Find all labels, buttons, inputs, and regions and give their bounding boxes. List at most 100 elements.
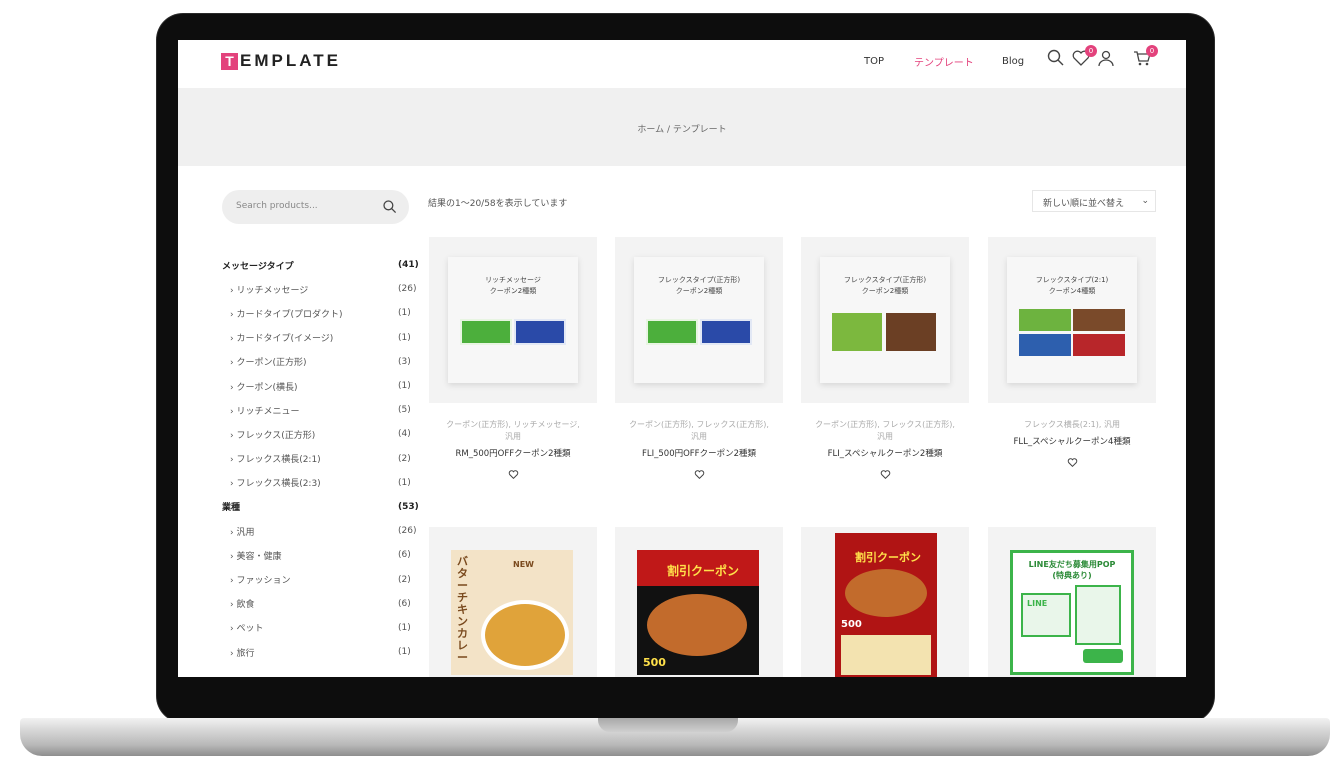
product-title[interactable]: FLI_500円OFFクーポン2種類 xyxy=(615,447,783,459)
sort-selected-value: 新しい順に並べ替え xyxy=(1043,199,1125,209)
product-title[interactable]: FLI_スペシャルクーポン2種類 xyxy=(801,447,969,459)
category-count: (3) xyxy=(398,356,411,367)
category-label: › クーポン(横長) xyxy=(230,382,298,393)
product-image[interactable]: バターチキンカレー NEW xyxy=(429,527,597,677)
heart-icon[interactable] xyxy=(988,453,1156,472)
category-label: › 美容・健康 xyxy=(230,551,282,562)
poster-price: 500 xyxy=(841,619,862,630)
poster-price: 500 xyxy=(643,656,666,669)
result-count: 結果の1～20/58を表示しています xyxy=(428,199,568,209)
category-item[interactable]: › 旅行 (1) xyxy=(222,640,412,664)
category-label: › フレックス(正方形) xyxy=(230,430,316,441)
product-image[interactable]: フレックスタイプ(正方形) クーポン2種類 xyxy=(801,237,969,403)
category-item[interactable]: › カードタイプ(プロダクト) (1) xyxy=(222,301,412,325)
search-icon[interactable] xyxy=(1046,48,1068,70)
coupon-tile-green xyxy=(646,319,698,345)
category-label: メッセージタイプ xyxy=(222,261,294,272)
category-count: (1) xyxy=(398,477,411,488)
category-group[interactable]: 業種 (53) xyxy=(222,495,419,519)
user-icon[interactable] xyxy=(1096,48,1118,70)
product-card[interactable]: LINE友だち募集用POP (特典あり) LINE xyxy=(988,527,1156,677)
laptop-notch xyxy=(598,718,738,732)
site-logo[interactable]: T EMPLATE xyxy=(221,51,341,71)
search-input[interactable]: Search products... xyxy=(236,201,356,211)
category-label: › カードタイプ(プロダクト) xyxy=(230,309,343,320)
product-image[interactable]: 割引クーポン 500 xyxy=(801,527,969,677)
heart-icon[interactable] xyxy=(615,465,783,484)
pop-set-badge xyxy=(1083,649,1123,663)
search-submit-icon[interactable] xyxy=(382,199,398,219)
category-item[interactable]: › ペット (1) xyxy=(222,616,412,640)
chevron-down-icon: ⌄ xyxy=(1141,196,1149,206)
product-card[interactable]: リッチメッセージ クーポン2種類 クーポン(正方形), リッチメッセージ, 汎用… xyxy=(429,237,597,484)
category-label: 業種 xyxy=(222,503,241,514)
laptop-mockup: T EMPLATE TOP テンプレート Blog 0 0 ホーム / テンプレ… xyxy=(0,0,1334,759)
product-image[interactable]: リッチメッセージ クーポン2種類 xyxy=(429,237,597,403)
ramen-menu-poster: 割引クーポン 500 xyxy=(835,533,937,677)
template-thumbnail: フレックスタイプ(2:1) クーポン4種類 xyxy=(1007,257,1137,383)
thumbnail-caption: フレックスタイプ(正方形) クーポン2種類 xyxy=(657,276,741,295)
category-group[interactable]: メッセージタイプ (41) xyxy=(222,253,419,277)
poster-headline: 割引クーポン xyxy=(855,551,921,564)
category-item[interactable]: › クーポン(正方形) (3) xyxy=(222,350,412,374)
category-count: (4) xyxy=(398,429,411,440)
product-image[interactable]: 割引クーポン 500 xyxy=(615,527,783,677)
product-card[interactable]: 割引クーポン 500 xyxy=(615,527,783,677)
category-item[interactable]: › フレックス横長(2:3) (1) xyxy=(222,471,412,495)
product-categories[interactable]: クーポン(正方形), リッチメッセージ, 汎用 xyxy=(429,419,597,443)
product-card[interactable]: バターチキンカレー NEW xyxy=(429,527,597,677)
product-card[interactable]: 割引クーポン 500 xyxy=(801,527,969,677)
coupon-tile-blue xyxy=(514,319,566,345)
product-categories[interactable]: クーポン(正方形), フレックス(正方形), 汎用 xyxy=(801,419,969,443)
category-label: › リッチメッセージ xyxy=(230,285,309,296)
product-title[interactable]: FLL_スペシャルクーポン4種類 xyxy=(988,435,1156,447)
product-image[interactable]: LINE友だち募集用POP (特典あり) LINE xyxy=(988,527,1156,677)
product-categories[interactable]: フレックス横長(2:1), 汎用 xyxy=(988,419,1156,431)
nav-templates[interactable]: テンプレート xyxy=(914,54,1002,69)
coupon-tile-brown xyxy=(1073,309,1125,331)
category-label: › 汎用 xyxy=(230,527,255,538)
product-image[interactable]: フレックスタイプ(正方形) クーポン2種類 xyxy=(615,237,783,403)
product-categories[interactable]: クーポン(正方形), フレックス(正方形), 汎用 xyxy=(615,419,783,443)
category-item[interactable]: › 美容・健康 (6) xyxy=(222,543,412,567)
coupon-tile-green xyxy=(832,313,882,351)
category-label: › フレックス横長(2:3) xyxy=(230,479,321,490)
category-label: › ペット xyxy=(230,624,264,635)
category-item[interactable]: › リッチメニュー (5) xyxy=(222,398,412,422)
category-item[interactable]: › クーポン(横長) (1) xyxy=(222,374,412,398)
sort-select[interactable]: 新しい順に並べ替え ⌄ xyxy=(1032,190,1156,212)
curry-plate xyxy=(481,600,569,670)
pop-card-right xyxy=(1075,585,1121,645)
category-count: (6) xyxy=(398,598,411,609)
category-item[interactable]: › 飲食 (6) xyxy=(222,592,412,616)
product-search[interactable]: Search products... xyxy=(222,190,409,224)
category-item[interactable]: › フレックス横長(2:1) (2) xyxy=(222,447,412,471)
category-item[interactable]: › カードタイプ(イメージ) (1) xyxy=(222,326,412,350)
cart-icon[interactable]: 0 xyxy=(1132,45,1158,70)
category-label: › クーポン(正方形) xyxy=(230,358,307,369)
product-image[interactable]: フレックスタイプ(2:1) クーポン4種類 xyxy=(988,237,1156,403)
product-card[interactable]: フレックスタイプ(2:1) クーポン4種類 フレックス横長(2:1), 汎用 F… xyxy=(988,237,1156,472)
thumbnail-caption: リッチメッセージ クーポン2種類 xyxy=(485,276,541,295)
coupon-tile-blue xyxy=(1019,334,1071,356)
poster-headline: バターチキンカレー xyxy=(457,555,468,664)
template-thumbnail: フレックスタイプ(正方形) クーポン2種類 xyxy=(820,257,950,383)
heart-icon[interactable] xyxy=(801,465,969,484)
main-nav: TOP テンプレート Blog xyxy=(864,54,1044,69)
thumbnail-caption: フレックスタイプ(正方形) クーポン2種類 xyxy=(843,276,927,295)
nav-top[interactable]: TOP xyxy=(864,56,914,67)
category-count: (2) xyxy=(398,574,411,585)
category-count: (26) xyxy=(398,284,417,295)
product-title[interactable]: RM_500円OFFクーポン2種類 xyxy=(429,447,597,459)
category-item[interactable]: › ファッション (2) xyxy=(222,567,412,591)
heart-icon[interactable] xyxy=(429,465,597,484)
nav-blog[interactable]: Blog xyxy=(1002,56,1044,67)
category-count: (53) xyxy=(398,501,419,512)
product-card[interactable]: フレックスタイプ(正方形) クーポン2種類 クーポン(正方形), フレックス(正… xyxy=(615,237,783,484)
category-item[interactable]: › 汎用 (26) xyxy=(222,519,416,543)
product-card[interactable]: フレックスタイプ(正方形) クーポン2種類 クーポン(正方形), フレックス(正… xyxy=(801,237,969,484)
category-label: › フレックス横長(2:1) xyxy=(230,455,321,466)
wishlist-icon[interactable]: 0 xyxy=(1071,45,1097,70)
category-item[interactable]: › フレックス(正方形) (4) xyxy=(222,422,412,446)
category-item[interactable]: › リッチメッセージ (26) xyxy=(222,277,417,301)
